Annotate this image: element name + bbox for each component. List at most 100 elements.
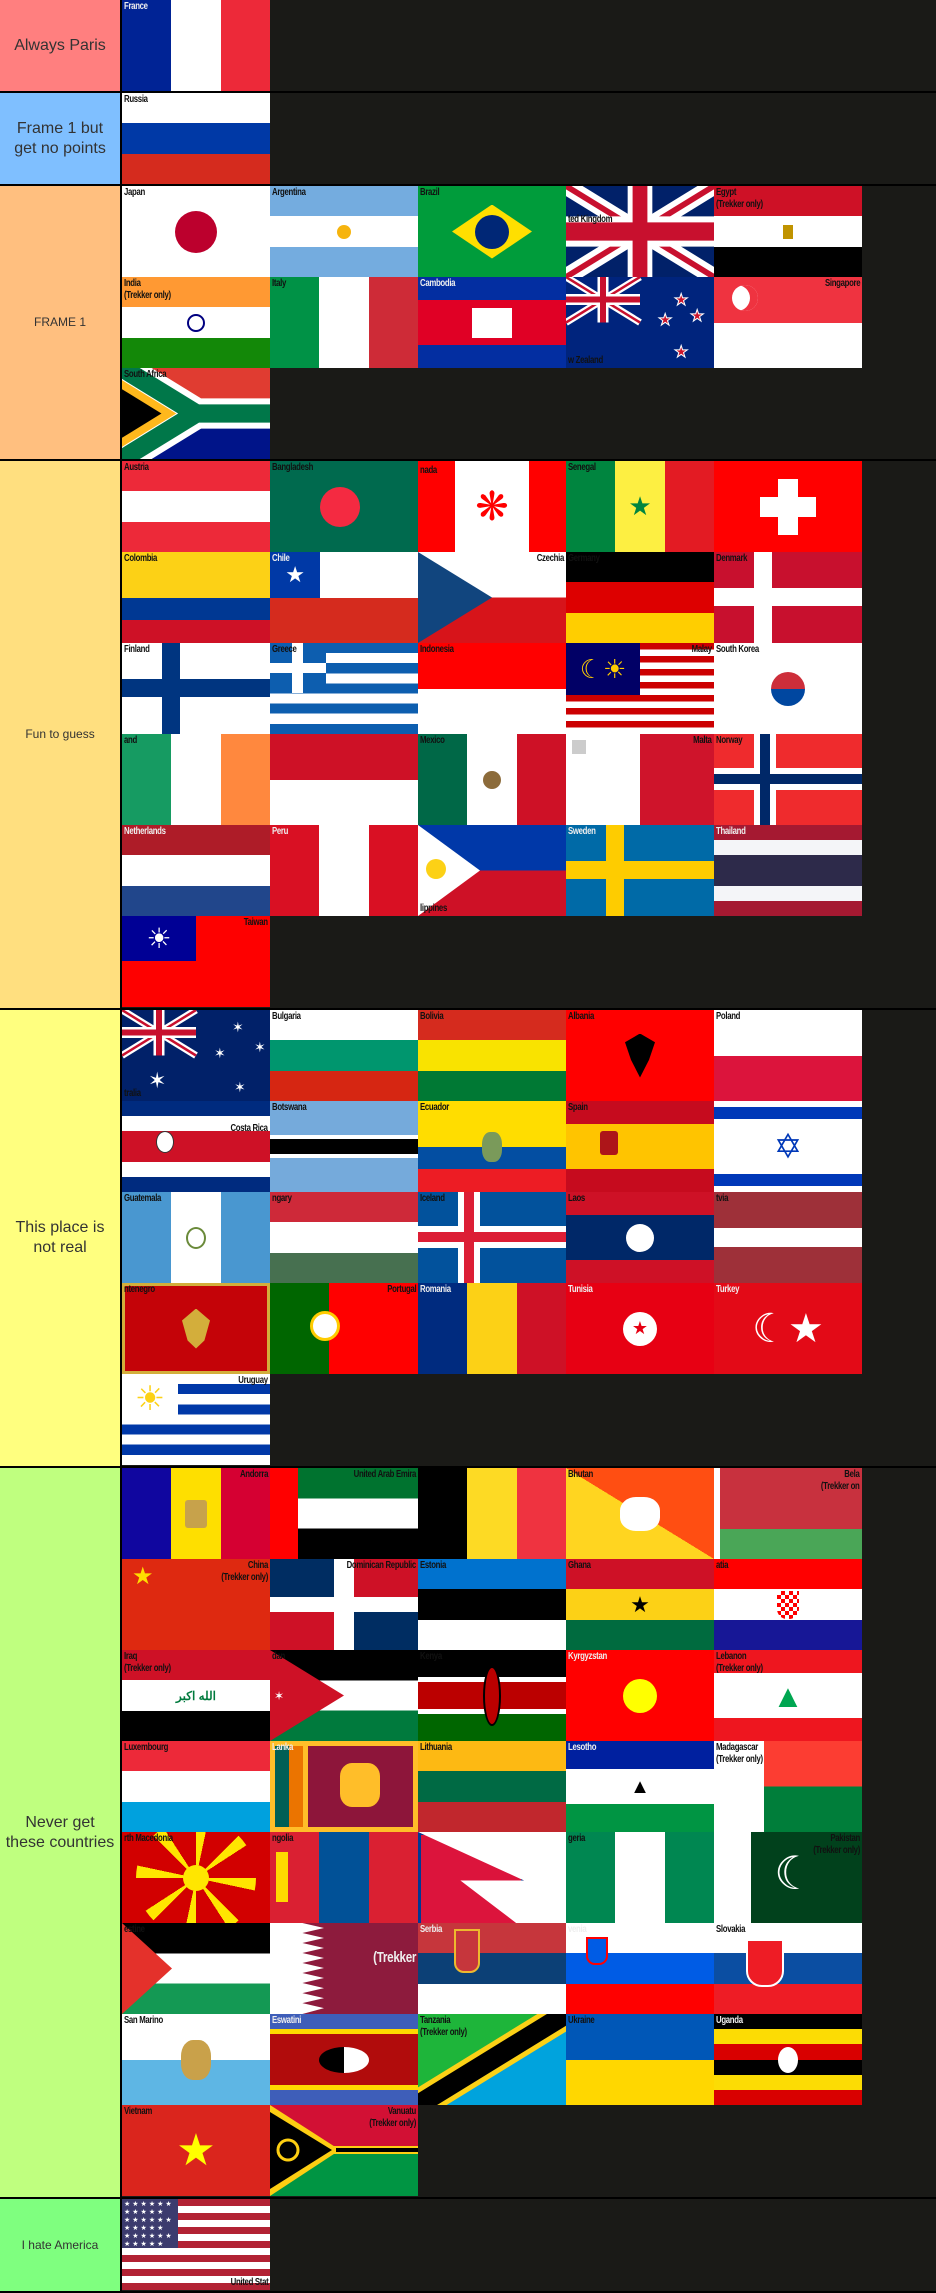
flag-item[interactable]: India (Trekker only) <box>122 277 270 368</box>
flag-item[interactable]: Costa Rica <box>122 1101 270 1192</box>
flag-item[interactable]: ngary <box>270 1192 418 1283</box>
flag-item[interactable] <box>714 461 862 552</box>
flag-item[interactable]: Portugal <box>270 1283 418 1374</box>
flag-item[interactable]: Spain <box>566 1101 714 1192</box>
flag-item[interactable]: Greece <box>270 643 418 734</box>
flag-item[interactable]: rth Macedonia <box>122 1832 270 1923</box>
tier-label[interactable]: Frame 1 but get no points <box>0 93 122 184</box>
flag-item[interactable]: Vanuatu (Trekker only) <box>270 2105 418 2196</box>
tier-label[interactable]: I hate America <box>0 2199 122 2291</box>
flag-item[interactable]: Bela (Trekker on <box>714 1468 862 1559</box>
flag-item[interactable]: Thailand <box>714 825 862 916</box>
tier-items-dropzone[interactable]: Austria Bangladesh ❋ nada ★ Senegal Colombia ★ C… <box>122 461 936 1008</box>
flag-item[interactable]: Uganda <box>714 2014 862 2105</box>
flag-item[interactable] <box>418 1832 566 1923</box>
flag-item[interactable]: South Korea <box>714 643 862 734</box>
flag-item[interactable]: Luxembourg <box>122 1741 270 1832</box>
flag-item[interactable]: South Africa <box>122 368 270 459</box>
flag-item[interactable]: lippines <box>418 825 566 916</box>
flag-item[interactable]: ntenegro <box>122 1283 270 1374</box>
flag-item[interactable]: Poland <box>714 1010 862 1101</box>
flag-item[interactable]: Kyrgyzstan <box>566 1650 714 1741</box>
tier-items-dropzone[interactable]: Russia <box>122 93 936 184</box>
flag-item[interactable]: ★ China (Trekker only) <box>122 1559 270 1650</box>
flag-item[interactable]: Estonia <box>418 1559 566 1650</box>
flag-item[interactable] <box>270 734 418 825</box>
flag-item[interactable]: Botswana <box>270 1101 418 1192</box>
flag-item[interactable]: Cambodia <box>418 277 566 368</box>
tier-label[interactable]: Never get these countries <box>0 1468 122 2197</box>
flag-item[interactable]: Bangladesh <box>270 461 418 552</box>
flag-item[interactable]: Albania <box>566 1010 714 1101</box>
flag-item[interactable]: الله اكبر Iraq (Trekker only) <box>122 1650 270 1741</box>
flag-item[interactable]: Slovakia <box>714 1923 862 2014</box>
flag-item[interactable]: Austria <box>122 461 270 552</box>
flag-item[interactable]: Norway <box>714 734 862 825</box>
flag-item[interactable]: Brazil <box>418 186 566 277</box>
flag-item[interactable]: ❋ nada <box>418 461 566 552</box>
flag-item[interactable]: ☀ Taiwan <box>122 916 270 1007</box>
flag-item[interactable]: Russia <box>122 93 270 184</box>
flag-item[interactable]: Lithuania <box>418 1741 566 1832</box>
flag-item[interactable]: Malta <box>566 734 714 825</box>
tier-items-dropzone[interactable]: ✶ ✶ ✶ ✶ ✶ tralia Bulgaria Bolivia Albania Poland C… <box>122 1010 936 1466</box>
flag-item[interactable]: ☾☀ Malay <box>566 643 714 734</box>
flag-item[interactable]: Bolivia <box>418 1010 566 1101</box>
flag-item[interactable]: Peru <box>270 825 418 916</box>
flag-item[interactable]: ★ ★ ★ ★ w Zealand <box>566 277 714 368</box>
flag-item[interactable]: ▲ Lesotho <box>566 1741 714 1832</box>
flag-item[interactable]: ★★★★★★ ★★★★★ ★★★★★★ ★★★★★ ★★★★★★ ★★★★★ Un… <box>122 2199 270 2290</box>
flag-item[interactable]: Denmark <box>714 552 862 643</box>
flag-item[interactable]: geria <box>566 1832 714 1923</box>
flag-item[interactable]: Japan <box>122 186 270 277</box>
flag-item[interactable]: Singapore <box>714 277 862 368</box>
flag-item[interactable]: Ukraine <box>566 2014 714 2105</box>
flag-item[interactable]: Dominican Republic <box>270 1559 418 1650</box>
flag-item[interactable]: Kenya <box>418 1650 566 1741</box>
flag-item[interactable]: Tanzania (Trekker only) <box>418 2014 566 2105</box>
flag-item[interactable]: Egypt (Trekker only) <box>714 186 862 277</box>
flag-item[interactable]: San Marino <box>122 2014 270 2105</box>
flag-item[interactable]: Italy <box>270 277 418 368</box>
flag-item[interactable]: Indonesia <box>418 643 566 734</box>
flag-item[interactable]: Argentina <box>270 186 418 277</box>
flag-item[interactable]: Germany <box>566 552 714 643</box>
flag-item[interactable]: ted Kingdom <box>566 186 714 277</box>
flag-item[interactable]: ✶ ✶ ✶ ✶ ✶ tralia <box>122 1010 270 1101</box>
flag-item[interactable]: Sweden <box>566 825 714 916</box>
flag-item[interactable]: Ecuador <box>418 1101 566 1192</box>
flag-item[interactable]: ✶ dan <box>270 1650 418 1741</box>
flag-item[interactable]: ☀ Uruguay <box>122 1374 270 1465</box>
flag-item[interactable]: Guatemala <box>122 1192 270 1283</box>
flag-item[interactable]: Lanka <box>270 1741 418 1832</box>
flag-item[interactable]: Czechia <box>418 552 566 643</box>
flag-item[interactable]: France <box>122 0 270 91</box>
flag-item[interactable]: Bhutan <box>566 1468 714 1559</box>
flag-item[interactable]: ☾ Pakistan (Trekker only) <box>714 1832 862 1923</box>
flag-item[interactable]: (Trekker <box>270 1923 418 2014</box>
flag-item[interactable]: Andorra <box>122 1468 270 1559</box>
flag-item[interactable]: and <box>122 734 270 825</box>
flag-item[interactable]: ngolia <box>270 1832 418 1923</box>
tier-label[interactable]: This place is not real <box>0 1010 122 1466</box>
flag-item[interactable]: Finland <box>122 643 270 734</box>
flag-item[interactable]: Colombia <box>122 552 270 643</box>
flag-item[interactable]: ★ Ghana <box>566 1559 714 1650</box>
flag-item[interactable]: Romania <box>418 1283 566 1374</box>
flag-item[interactable]: ★ Chile <box>270 552 418 643</box>
flag-item[interactable] <box>418 1468 566 1559</box>
flag-item[interactable]: ★ Vietnam <box>122 2105 270 2196</box>
tier-items-dropzone[interactable]: ★★★★★★ ★★★★★ ★★★★★★ ★★★★★ ★★★★★★ ★★★★★ Un… <box>122 2199 936 2291</box>
tier-label[interactable]: Fun to guess <box>0 461 122 1008</box>
tier-label[interactable]: Always Paris <box>0 0 122 91</box>
flag-item[interactable]: ✡ <box>714 1101 862 1192</box>
flag-item[interactable]: Madagascar (Trekker only) <box>714 1741 862 1832</box>
tier-items-dropzone[interactable]: Japan Argentina Brazil ted Kingdom Egypt (Tr… <box>122 186 936 459</box>
flag-item[interactable]: ★ Tunisia <box>566 1283 714 1374</box>
flag-item[interactable]: Bulgaria <box>270 1010 418 1101</box>
flag-item[interactable]: ★ Senegal <box>566 461 714 552</box>
tier-label[interactable]: FRAME 1 <box>0 186 122 459</box>
tier-items-dropzone[interactable]: Andorra United Arab Emira Bhutan Bela (Trek… <box>122 1468 936 2197</box>
flag-item[interactable]: venia <box>566 1923 714 2014</box>
flag-item[interactable]: atia <box>714 1559 862 1650</box>
